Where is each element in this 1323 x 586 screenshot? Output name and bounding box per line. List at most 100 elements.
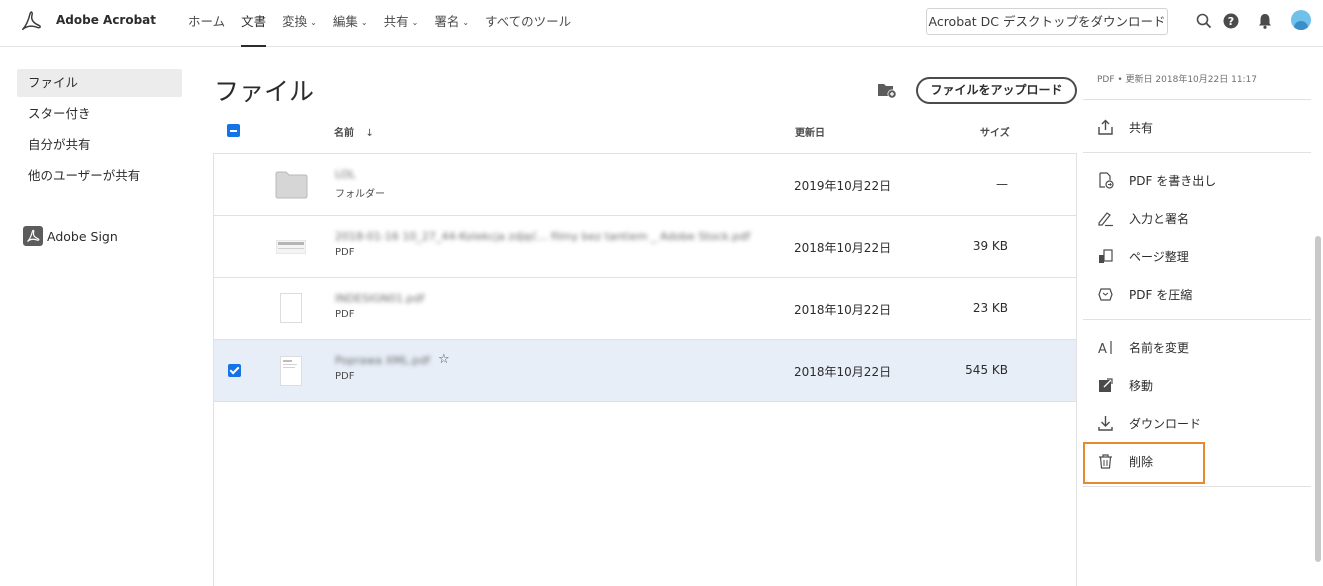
file-date: 2018年10月22日 [794,241,892,255]
chevron-down-icon: ⌄ [462,18,470,27]
adobe-sign-icon [23,226,43,246]
download-desktop-button[interactable]: Acrobat DC デスクトップをダウンロード [926,8,1168,35]
action-share[interactable]: 共有 [1097,115,1153,139]
sidebar-item-adobe-sign[interactable]: Adobe Sign [23,225,118,247]
page-title: ファイル [214,77,315,106]
top-bar: Adobe Acrobat ホーム 文書 変換 ⌄ 編集 ⌄ 共有 ⌄ 署名 ⌄ すべて… [0,0,1323,47]
action-move[interactable]: 移動 [1097,373,1153,397]
file-date: 2018年10月22日 [794,365,892,379]
app-name[interactable]: Adobe Acrobat [56,13,156,27]
action-download[interactable]: ダウンロード [1097,411,1201,435]
star-icon[interactable]: ☆ [438,352,450,367]
file-name[interactable]: 2018-01-16 10_27_44-Kolekcja zdjęć... fi… [335,230,750,243]
move-icon [1099,377,1113,392]
fill-sign-pen-icon [1098,211,1113,226]
nav-label: 変換 [282,14,308,29]
file-date: 2019年10月22日 [794,179,892,193]
folder-icon [275,171,308,199]
new-folder-icon[interactable] [877,81,897,99]
file-size: 545 KB [965,363,1008,377]
nav-label: 文書 [241,14,267,29]
acrobat-logo-icon[interactable] [20,10,42,32]
nav-all-tools[interactable]: すべてのツール [477,0,579,47]
table-row[interactable]: 2018-01-16 10_27_44-Kolekcja zdjęć... fi… [214,216,1076,278]
table-row[interactable]: INDESIGN01.pdf PDF 2018年10月22日 23 KB [214,278,1076,340]
action-label: 共有 [1129,120,1154,135]
divider [1083,486,1311,487]
action-label: ページ整理 [1129,249,1189,264]
sidebar-item-shared-by-me[interactable]: 自分が共有 [17,131,182,159]
nav-sign[interactable]: 署名 ⌄ [426,0,477,47]
adobe-sign-label: Adobe Sign [47,228,118,244]
action-label: 名前を変更 [1129,340,1190,355]
sort-arrow-down-icon: ↓ [365,128,374,139]
file-type: PDF [335,247,355,258]
action-label: 入力と署名 [1129,211,1190,226]
sidebar-item-shared-with-me[interactable]: 他のユーザーが共有 [17,162,182,190]
action-fill-sign[interactable]: 入力と署名 [1097,206,1189,230]
file-name[interactable]: INDESIGN01.pdf [335,292,424,305]
column-header-name[interactable]: 名前 ↓ [334,124,374,139]
nav-label: 署名 [434,14,460,29]
file-type: PDF [335,309,355,320]
table-row-selected[interactable]: Poprawa XML.pdf ☆ PDF 2018年10月22日 545 KB [214,340,1076,402]
share-icon [1098,119,1113,135]
download-icon [1098,415,1113,431]
left-sidebar: ファイル スター付き 自分が共有 他のユーザーが共有 [17,69,182,193]
nav-label: すべてのツール [485,14,572,29]
action-export-pdf[interactable]: PDF を書き出し [1097,168,1216,192]
trash-icon [1099,453,1112,469]
action-label: ダウンロード [1129,416,1202,431]
pdf-thumbnail [280,293,302,323]
nav-share[interactable]: 共有 ⌄ [376,0,427,47]
search-icon[interactable] [1195,12,1213,30]
nav-label: 共有 [383,14,409,29]
action-label: PDF を書き出し [1129,173,1217,188]
column-header-size[interactable]: サイズ [980,124,1010,139]
divider [1083,152,1311,153]
chevron-down-icon: ⌄ [411,18,419,27]
nav-edit[interactable]: 編集 ⌄ [325,0,376,47]
nav-label: 編集 [332,14,358,29]
action-rename[interactable]: A 名前を変更 [1097,335,1189,359]
nav-documents[interactable]: 文書 [233,0,274,47]
avatar[interactable] [1291,10,1311,30]
file-type: PDF [335,371,355,382]
compress-pdf-icon [1098,287,1113,301]
sidebar-item-starred[interactable]: スター付き [17,100,182,128]
file-size: 23 KB [972,301,1008,315]
chevron-down-icon: ⌄ [360,18,368,27]
scrollbar[interactable] [1315,236,1321,562]
nav-label: ホーム [188,14,226,29]
row-checkbox-checked[interactable] [228,364,241,377]
action-organize-pages[interactable]: ページ整理 [1097,244,1189,268]
action-label: PDF を圧縮 [1129,287,1193,302]
file-table: LOL フォルダー 2019年10月22日 — 2018-01-16 10_27… [213,153,1077,586]
column-label: 名前 [334,128,354,139]
table-row[interactable]: LOL フォルダー 2019年10月22日 — [214,154,1076,216]
nav-home[interactable]: ホーム [180,0,233,47]
action-compress-pdf[interactable]: PDF を圧縮 [1097,282,1192,306]
export-pdf-icon [1099,171,1114,189]
notification-bell-icon[interactable] [1256,12,1274,30]
file-name[interactable]: LOL [335,168,356,181]
file-type: フォルダー [335,189,385,200]
svg-text:A: A [1098,342,1107,356]
action-label: 移動 [1129,378,1154,393]
main-nav: ホーム 文書 変換 ⌄ 編集 ⌄ 共有 ⌄ 署名 ⌄ すべてのツール [180,0,579,47]
sidebar-item-files[interactable]: ファイル [17,69,182,97]
rename-icon: A [1098,340,1112,356]
organize-pages-icon [1099,248,1113,263]
file-meta: PDF • 更新日 2018年10月22日 11:17 [1097,75,1258,85]
pdf-thumbnail [276,240,306,254]
file-name[interactable]: Poprawa XML.pdf [335,354,430,367]
divider [1083,99,1311,100]
upload-file-button[interactable]: ファイルをアップロード [916,77,1077,104]
file-size: — [996,177,1008,191]
nav-convert[interactable]: 変換 ⌄ [274,0,325,47]
action-label: 削除 [1129,454,1154,469]
column-header-modified[interactable]: 更新日 [795,124,825,139]
help-icon[interactable]: ? [1222,12,1240,30]
select-all-checkbox[interactable] [227,124,240,137]
action-delete[interactable]: 削除 [1097,449,1153,473]
